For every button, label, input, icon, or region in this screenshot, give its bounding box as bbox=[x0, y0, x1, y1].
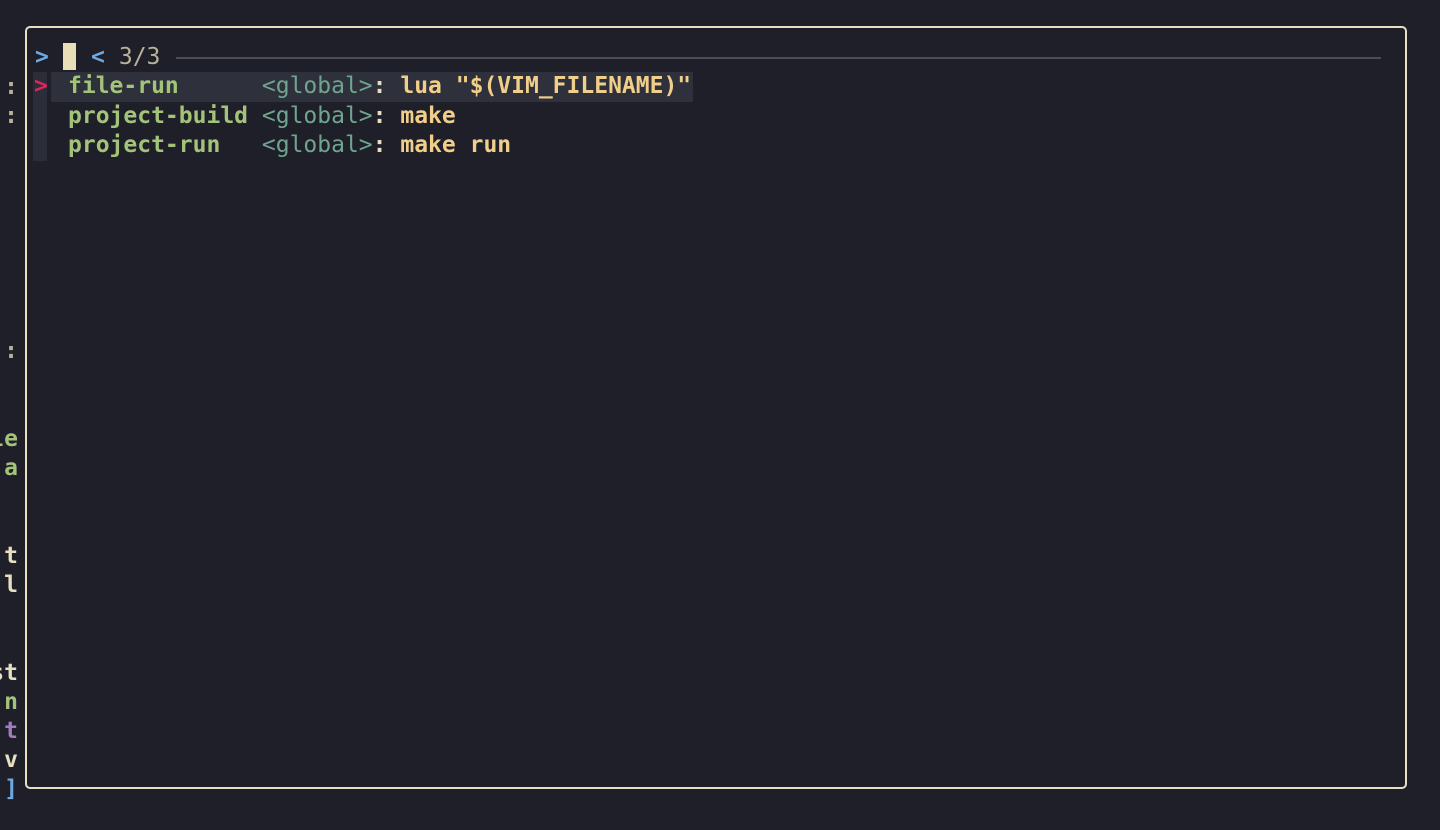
prompt-symbol: > bbox=[35, 43, 49, 70]
background-text-fragment: : bbox=[4, 74, 18, 100]
task-row[interactable]: project-build <global> : make bbox=[33, 101, 693, 132]
task-command: lua "$(VIM_FILENAME)" bbox=[400, 73, 692, 99]
task-command: make bbox=[400, 102, 456, 129]
task-row[interactable]: project-run <global> : make run bbox=[33, 131, 693, 161]
task-scope: <global> bbox=[261, 102, 373, 129]
task-command: make run bbox=[400, 132, 512, 158]
background-text-fragment: : bbox=[4, 338, 18, 364]
background-text-fragment: l bbox=[4, 572, 18, 598]
background-text-fragment: st bbox=[0, 660, 18, 686]
task-row-content: project-run <global> : make run bbox=[51, 131, 511, 161]
task-row[interactable]: > file-run <global> : lua "$(VIM_FILENAM… bbox=[33, 72, 694, 102]
task-list: > file-run <global> : lua "$(VIM_FILENAM… bbox=[33, 72, 694, 161]
task-scope: <global> bbox=[261, 73, 373, 99]
row-marker-space bbox=[34, 131, 51, 161]
task-separator: : bbox=[372, 132, 401, 158]
prompt-separator-line bbox=[176, 56, 1381, 59]
background-text-fragment: a bbox=[4, 455, 18, 481]
task-row-content: project-build <global> : make bbox=[51, 102, 456, 132]
task-name: project-build bbox=[68, 102, 249, 129]
task-separator: : bbox=[372, 73, 401, 99]
background-text-fragment: v bbox=[4, 747, 18, 773]
task-scope: <global> bbox=[261, 132, 373, 158]
background-text-fragment: le bbox=[0, 426, 18, 452]
background-text-fragment: t bbox=[4, 543, 18, 569]
task-row-content: file-run <global> : lua "$(VIM_FILENAME)… bbox=[51, 72, 694, 102]
task-picker-popup: > < 3/3 > file-run <global> : lua "$(VIM… bbox=[25, 26, 1407, 789]
task-name: file-run bbox=[68, 73, 249, 99]
task-name: project-run bbox=[68, 132, 249, 158]
background-text-fragment: ] bbox=[4, 776, 18, 802]
prompt-line: > < 3/3 bbox=[35, 42, 1389, 71]
count-prefix: < bbox=[91, 43, 105, 70]
task-separator: : bbox=[372, 102, 401, 129]
row-marker-space bbox=[34, 102, 51, 132]
background-text-fragment: t bbox=[4, 718, 18, 744]
selection-marker-icon: > bbox=[34, 73, 48, 99]
background-editor-fragments: :::leatlstntv] bbox=[0, 0, 24, 830]
search-input-cursor[interactable] bbox=[63, 43, 76, 70]
background-text-fragment: : bbox=[4, 103, 18, 129]
background-text-fragment: n bbox=[4, 689, 18, 715]
match-count: 3/3 bbox=[118, 43, 161, 70]
